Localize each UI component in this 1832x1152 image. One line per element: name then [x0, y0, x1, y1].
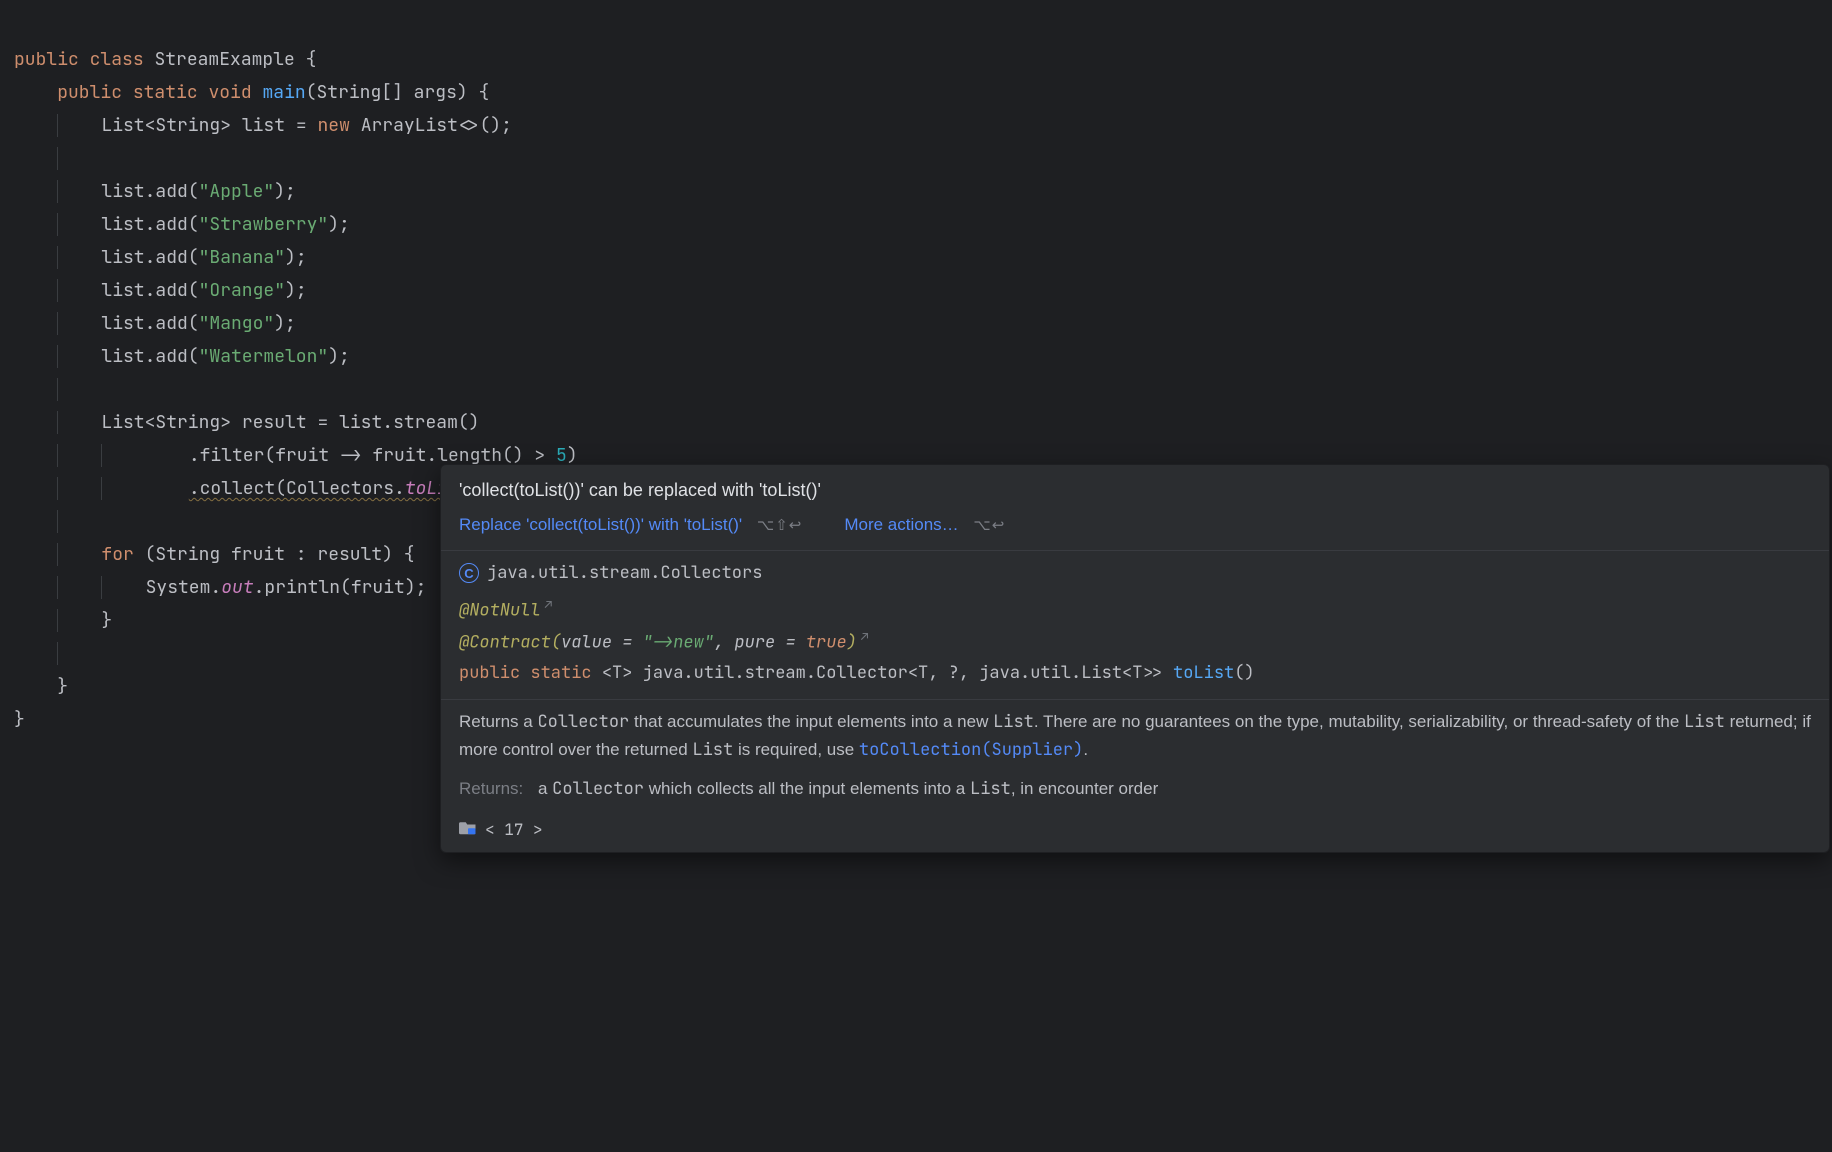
javadoc-description: Returns a Collector that accumulates the… [441, 700, 1829, 774]
external-link-icon: ↗ [545, 596, 553, 613]
keyword-public: public [57, 81, 122, 104]
string-literal: "Banana" [199, 246, 285, 269]
javadoc-returns: Returns: a Collector which collects all … [441, 774, 1829, 813]
returns-label: Returns: [459, 779, 523, 798]
more-actions-link[interactable]: More actions… [844, 515, 958, 534]
quick-doc-popup: 'collect(toList())' can be replaced with… [440, 464, 1830, 853]
keyword-class: class [90, 48, 144, 71]
keyword-static: static [133, 81, 198, 104]
method-main: main [262, 81, 305, 104]
inspection-title: 'collect(toList())' can be replaced with… [441, 465, 1829, 508]
external-link-icon: ↗ [861, 628, 869, 645]
string-literal: "Watermelon" [199, 345, 329, 368]
more-actions-shortcut: ⌥↩ [973, 517, 1005, 534]
class-fqn: java.util.stream.Collectors [487, 561, 762, 587]
annotation-notnull[interactable]: @NotNull [459, 600, 541, 622]
string-literal: "Orange" [199, 279, 285, 302]
keyword-new: new [317, 114, 349, 137]
keyword-for: for [101, 543, 133, 566]
doc-link-tocollection[interactable]: toCollection(Supplier) [859, 739, 1083, 761]
string-literal: "Apple" [199, 180, 275, 203]
keyword-void: void [208, 81, 251, 104]
string-literal: "Mango" [199, 312, 275, 335]
method-signature-name: toList [1173, 662, 1234, 684]
class-icon: C [459, 563, 479, 583]
quickfix-shortcut: ⌥⇧↩ [757, 517, 802, 534]
quickfix-link[interactable]: Replace 'collect(toList())' with 'toList… [459, 515, 742, 534]
keyword-public: public [14, 48, 79, 71]
string-literal: "Strawberry" [199, 213, 329, 236]
static-field-out: out [221, 576, 253, 599]
jdk-version-indicator[interactable]: < 17 > [485, 818, 543, 842]
annotation-contract[interactable]: @Contract [459, 632, 551, 654]
module-folder-icon [459, 818, 477, 842]
class-name: StreamExample [154, 48, 294, 71]
